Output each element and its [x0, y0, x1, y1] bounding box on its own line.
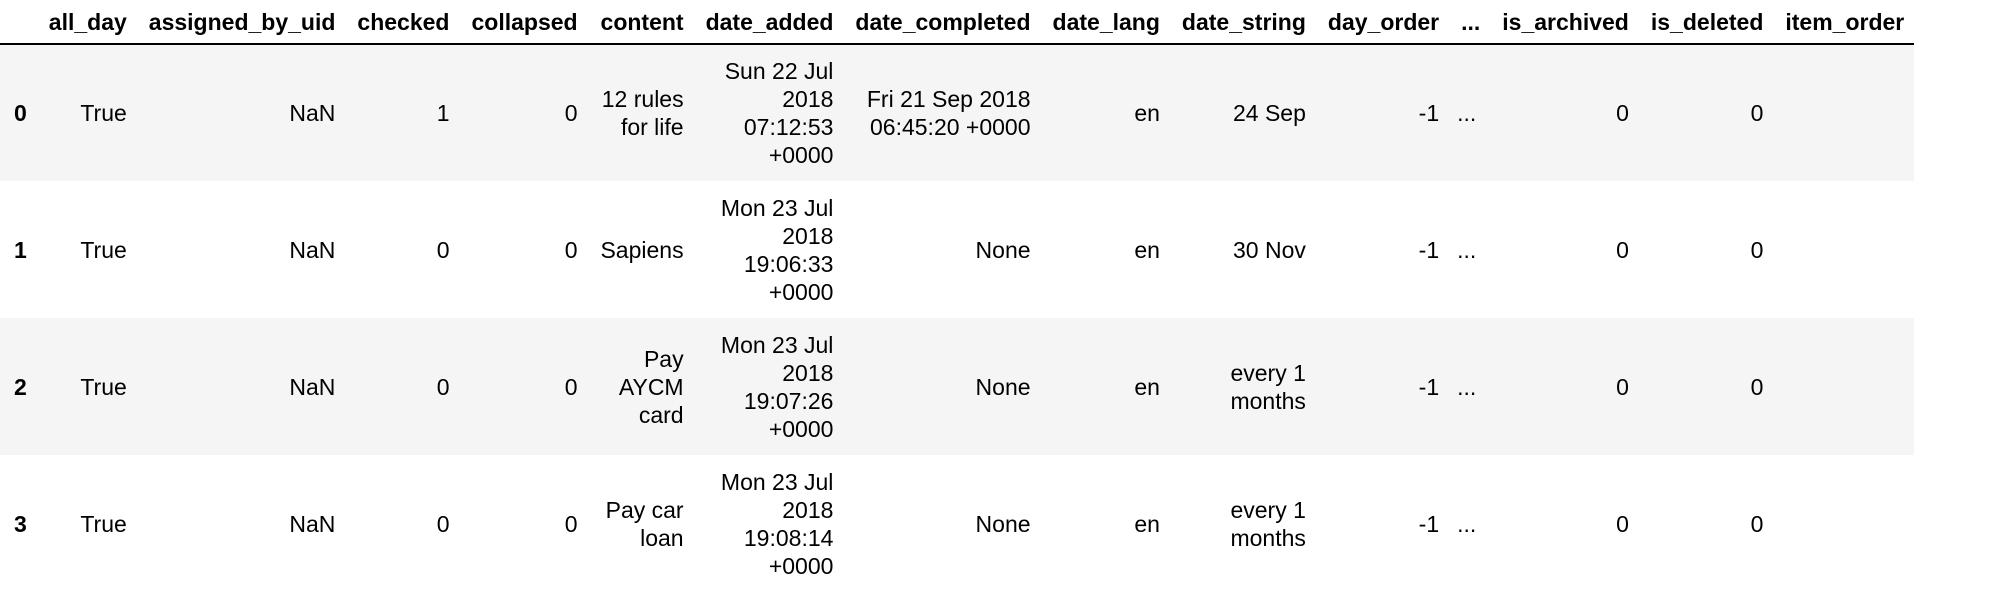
cell-date-added: Sun 22 Jul 2018 07:12:53 +0000: [724, 58, 834, 168]
cell-date-lang: en: [1134, 510, 1160, 537]
cell-item-order: [1773, 455, 1914, 592]
header-is-archived: is_archived: [1490, 0, 1639, 45]
header-date-added: date_added: [693, 0, 844, 45]
cell-is-deleted: 0: [1750, 236, 1764, 263]
cell-assigned-by-uid: NaN: [289, 100, 336, 126]
header-is-deleted: is_deleted: [1638, 0, 1774, 45]
header-date-string: date_string: [1169, 0, 1316, 45]
cell-content: Pay AYCM card: [618, 345, 684, 428]
header-assigned-by-uid: assigned_by_uid: [136, 0, 346, 45]
cell-collapsed: 0: [564, 100, 578, 126]
cell-date-added: Mon 23 Jul 2018 19:07:26 +0000: [720, 331, 834, 442]
header-day-order: day_order: [1315, 0, 1450, 45]
header-index: [0, 0, 37, 45]
cell-date-lang: en: [1134, 100, 1160, 126]
cell-ellipsis: ...: [1457, 373, 1477, 400]
cell-date-string: 24 Sep: [1232, 100, 1306, 126]
row-index: 1: [14, 236, 27, 263]
cell-content: 12 rules for life: [601, 86, 684, 140]
cell-date-lang: en: [1134, 373, 1160, 400]
cell-assigned-by-uid: NaN: [289, 236, 336, 263]
dataframe-viewport: all_day assigned_by_uid checked collapse…: [0, 0, 1996, 596]
header-date-lang: date_lang: [1040, 0, 1170, 45]
table-body: 0 True NaN 1 0 12 rules for life Sun 22 …: [0, 44, 1915, 592]
cell-checked: 1: [436, 100, 450, 126]
cell-date-completed: None: [975, 373, 1031, 400]
cell-day-order: -1: [1418, 510, 1440, 537]
cell-checked: 0: [436, 236, 450, 263]
cell-assigned-by-uid: NaN: [289, 510, 336, 537]
cell-collapsed: 0: [564, 236, 578, 263]
cell-day-order: -1: [1418, 373, 1440, 400]
cell-collapsed: 0: [564, 373, 578, 400]
dataframe-table: all_day assigned_by_uid checked collapse…: [0, 0, 1915, 592]
header-content: content: [587, 0, 694, 45]
cell-date-string: 30 Nov: [1233, 236, 1306, 263]
header-checked: checked: [345, 0, 460, 45]
cell-item-order: [1773, 44, 1914, 181]
cell-checked: 0: [436, 373, 450, 400]
table-row: 2 True NaN 0 0 Pay AYCM card Mon 23 Jul …: [0, 318, 1915, 455]
cell-is-deleted: 0: [1750, 510, 1764, 537]
cell-is-archived: 0: [1616, 510, 1629, 537]
cell-all-day: True: [80, 373, 127, 400]
row-index: 2: [14, 373, 27, 400]
cell-ellipsis: ...: [1457, 100, 1477, 126]
cell-content: Sapiens: [600, 236, 684, 263]
table-row: 1 True NaN 0 0 Sapiens Mon 23 Jul 2018 1…: [0, 181, 1914, 318]
cell-date-added: Mon 23 Jul 2018 19:08:14 +0000: [720, 468, 834, 579]
cell-collapsed: 0: [564, 510, 578, 537]
cell-date-string: every 1 months: [1230, 496, 1306, 551]
cell-day-order: -1: [1418, 100, 1440, 126]
header-item-order: item_order: [1773, 0, 1915, 45]
cell-is-deleted: 0: [1750, 100, 1764, 126]
row-index: 3: [14, 510, 27, 537]
table-header: all_day assigned_by_uid checked collapse…: [0, 0, 1915, 45]
cell-date-completed: None: [975, 510, 1031, 537]
header-ellipsis: ...: [1449, 0, 1491, 45]
cell-date-added: Mon 23 Jul 2018 19:06:33 +0000: [720, 194, 834, 305]
cell-is-archived: 0: [1616, 373, 1629, 400]
cell-assigned-by-uid: NaN: [289, 373, 336, 400]
header-row: all_day assigned_by_uid checked collapse…: [0, 0, 1915, 45]
header-date-completed: date_completed: [843, 0, 1041, 45]
cell-day-order: -1: [1418, 236, 1440, 263]
cell-item-order: [1773, 181, 1914, 318]
cell-all-day: True: [80, 100, 127, 126]
cell-item-order: [1773, 318, 1914, 455]
cell-is-deleted: 0: [1750, 373, 1764, 400]
cell-date-string: every 1 months: [1230, 359, 1306, 414]
cell-date-completed: Fri 21 Sep 2018 06:45:20 +0000: [866, 86, 1031, 140]
cell-ellipsis: ...: [1457, 236, 1477, 263]
cell-all-day: True: [80, 236, 127, 263]
cell-content: Pay car loan: [605, 496, 684, 551]
cell-is-archived: 0: [1616, 100, 1629, 126]
header-all-day: all_day: [36, 0, 137, 45]
header-collapsed: collapsed: [459, 0, 588, 45]
cell-all-day: True: [80, 510, 127, 537]
cell-checked: 0: [436, 510, 450, 537]
cell-date-lang: en: [1134, 236, 1160, 263]
table-row: 0 True NaN 1 0 12 rules for life Sun 22 …: [0, 44, 1915, 181]
table-row: 3 True NaN 0 0 Pay car loan Mon 23 Jul 2…: [0, 455, 1914, 592]
cell-ellipsis: ...: [1457, 510, 1477, 537]
cell-date-completed: None: [975, 236, 1031, 263]
row-index: 0: [14, 100, 27, 126]
cell-is-archived: 0: [1616, 236, 1629, 263]
